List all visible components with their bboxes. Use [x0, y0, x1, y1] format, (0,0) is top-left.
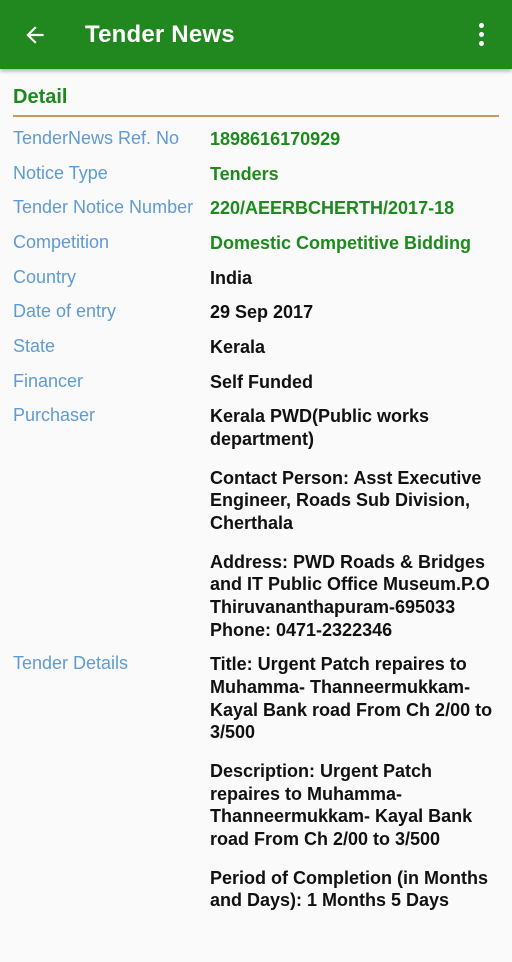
purchaser-phone: Phone: 0471-2322346	[210, 619, 393, 640]
row-label: Tender Notice Number	[13, 197, 194, 218]
detail-row-notice-type: Notice Type Tenders	[13, 163, 499, 186]
row-value: Title: Urgent Patch repaires to Muhamma-…	[210, 653, 499, 912]
row-label: Date of entry	[13, 301, 117, 322]
detail-row-state: State Kerala	[13, 336, 499, 359]
row-label: Notice Type	[13, 162, 108, 183]
row-label: TenderNews Ref. No	[13, 128, 180, 148]
detail-row-tender-notice-number: Tender Notice Number 220/AEERBCHERTH/201…	[13, 197, 499, 220]
row-label: State	[13, 336, 56, 357]
detail-content[interactable]: Detail TenderNews Ref. No 1898616170929 …	[0, 69, 512, 962]
purchaser-address: Address: PWD Roads & Bridges and IT Publ…	[210, 551, 490, 618]
detail-section-header: Detail	[13, 69, 499, 117]
detail-row-tender-details: Tender Details Title: Urgent Patch repai…	[13, 653, 499, 912]
row-value: Self Funded	[210, 371, 313, 392]
row-value: 220/AEERBCHERTH/2017-18	[210, 198, 455, 219]
row-label: Financer	[13, 370, 84, 391]
tender-description: Description: Urgent Patch repaires to Mu…	[210, 761, 473, 850]
app-bar: Tender News	[0, 0, 512, 69]
row-label: Tender Details	[13, 653, 129, 674]
row-label: Competition	[13, 232, 110, 253]
row-value: 29 Sep 2017	[210, 302, 314, 323]
row-value: Kerala	[210, 337, 266, 358]
detail-row-ref-no: TenderNews Ref. No 1898616170929	[13, 128, 499, 151]
tender-title: Title: Urgent Patch repaires to Muhamma-…	[210, 654, 493, 743]
page-title: Tender News	[85, 20, 235, 48]
row-value: Domestic Competitive Bidding	[210, 233, 472, 254]
tender-news-detail-screen: Tender News Detail TenderNews Ref. No 18…	[0, 0, 512, 962]
row-value: Tenders	[210, 163, 279, 184]
section-title: Detail	[13, 86, 68, 108]
detail-row-country: Country India	[13, 267, 499, 290]
detail-row-competition: Competition Domestic Competitive Bidding	[13, 232, 499, 255]
row-label: Purchaser	[13, 405, 96, 426]
detail-row-financer: Financer Self Funded	[13, 371, 499, 394]
row-value: India	[210, 267, 253, 288]
tender-period-of-completion: Period of Completion (in Months and Days…	[210, 867, 488, 911]
purchaser-contact-person: Contact Person: Asst Executive Engineer,…	[210, 467, 482, 534]
row-value: Kerala PWD(Public works department) Cont…	[210, 405, 499, 641]
arrow-back-icon	[26, 25, 44, 44]
back-button[interactable]	[18, 18, 52, 52]
detail-row-purchaser: Purchaser Kerala PWD(Public works depart…	[13, 405, 499, 641]
overflow-dot	[478, 41, 484, 46]
row-value: 1898616170929	[210, 129, 341, 149]
row-label: Country	[13, 266, 77, 287]
purchaser-organisation: Kerala PWD(Public works department)	[210, 406, 430, 450]
overflow-dot	[478, 23, 484, 28]
more-vert-icon[interactable]	[464, 16, 498, 54]
detail-row-date-of-entry: Date of entry 29 Sep 2017	[13, 301, 499, 324]
overflow-dot	[478, 32, 484, 37]
